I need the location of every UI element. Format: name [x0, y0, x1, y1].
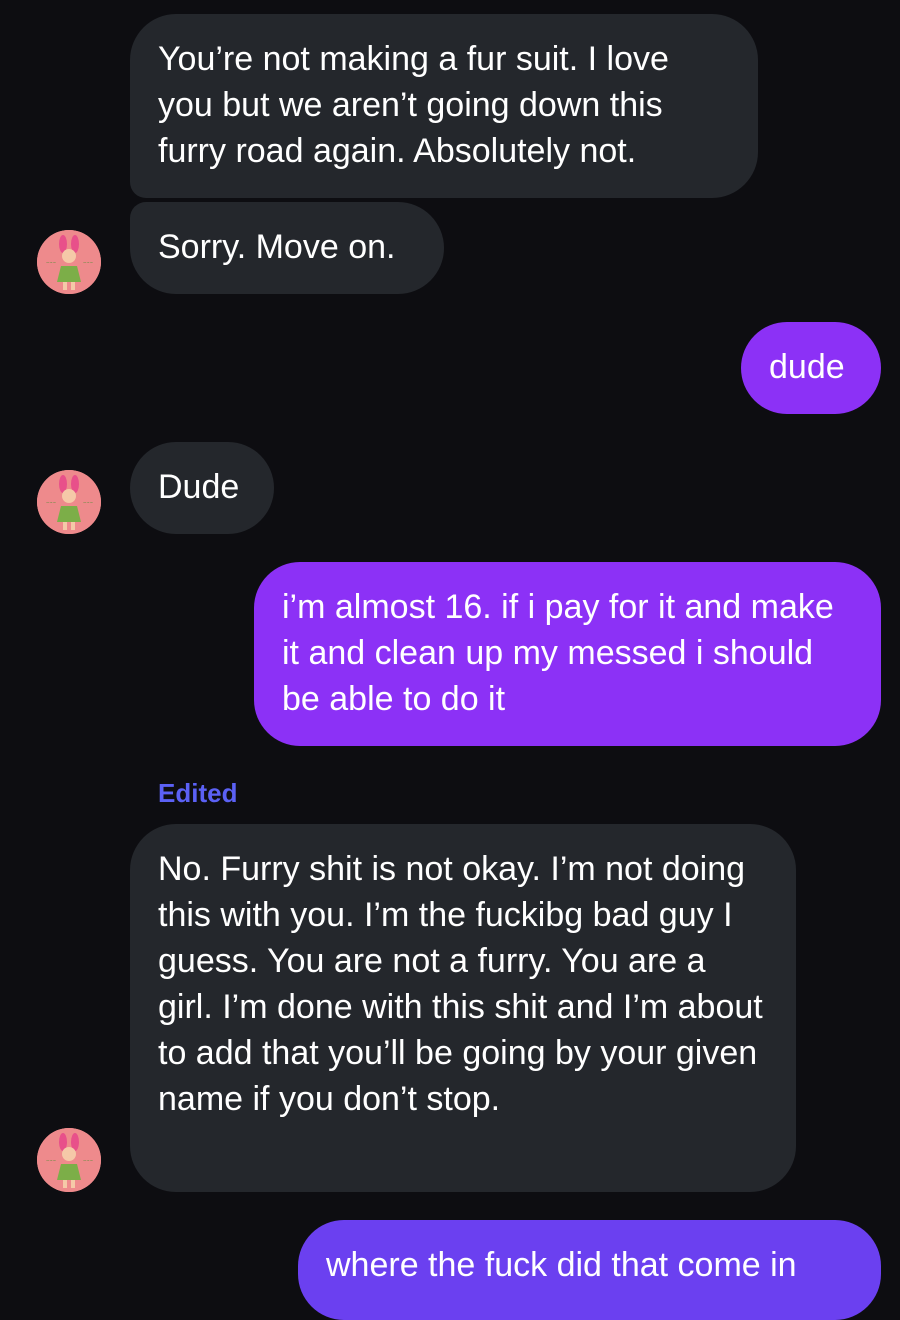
outgoing-message-bubble[interactable]: i’m almost 16. if i pay for it and make …: [254, 562, 881, 746]
outgoing-message-bubble[interactable]: where the fuck did that come in: [298, 1220, 881, 1320]
message-text: You’re not making a fur suit. I love you…: [158, 40, 669, 170]
edited-label: Edited: [158, 778, 238, 808]
svg-text:~~~: ~~~: [83, 260, 93, 265]
incoming-message-bubble[interactable]: You’re not making a fur suit. I love you…: [130, 14, 758, 198]
contact-avatar[interactable]: ~~~ ~~~: [37, 1128, 101, 1192]
svg-text:~~~: ~~~: [46, 1158, 56, 1163]
cartoon-girl-pink-bunny-ears-icon: ~~~ ~~~: [37, 1128, 101, 1192]
svg-text:~~~: ~~~: [46, 500, 56, 505]
message-text: i’m almost 16. if i pay for it and make …: [282, 588, 834, 718]
incoming-message-bubble[interactable]: Sorry. Move on.: [130, 202, 444, 294]
outgoing-message-bubble[interactable]: dude: [741, 322, 881, 414]
incoming-message-bubble[interactable]: No. Furry shit is not okay. I’m not doin…: [130, 824, 796, 1192]
svg-text:~~~: ~~~: [46, 260, 56, 265]
message-text: No. Furry shit is not okay. I’m not doin…: [158, 850, 763, 1118]
contact-avatar[interactable]: ~~~ ~~~: [37, 230, 101, 294]
svg-text:~~~: ~~~: [83, 1158, 93, 1163]
message-text: where the fuck did that come in: [326, 1246, 797, 1284]
svg-text:~~~: ~~~: [83, 500, 93, 505]
incoming-message-bubble[interactable]: Dude: [130, 442, 274, 534]
message-text: Dude: [158, 468, 240, 506]
contact-avatar[interactable]: ~~~ ~~~: [37, 470, 101, 534]
message-text: Sorry. Move on.: [158, 228, 396, 266]
cartoon-girl-pink-bunny-ears-icon: ~~~ ~~~: [37, 230, 101, 294]
message-text: dude: [769, 348, 845, 386]
cartoon-girl-pink-bunny-ears-icon: ~~~ ~~~: [37, 470, 101, 534]
